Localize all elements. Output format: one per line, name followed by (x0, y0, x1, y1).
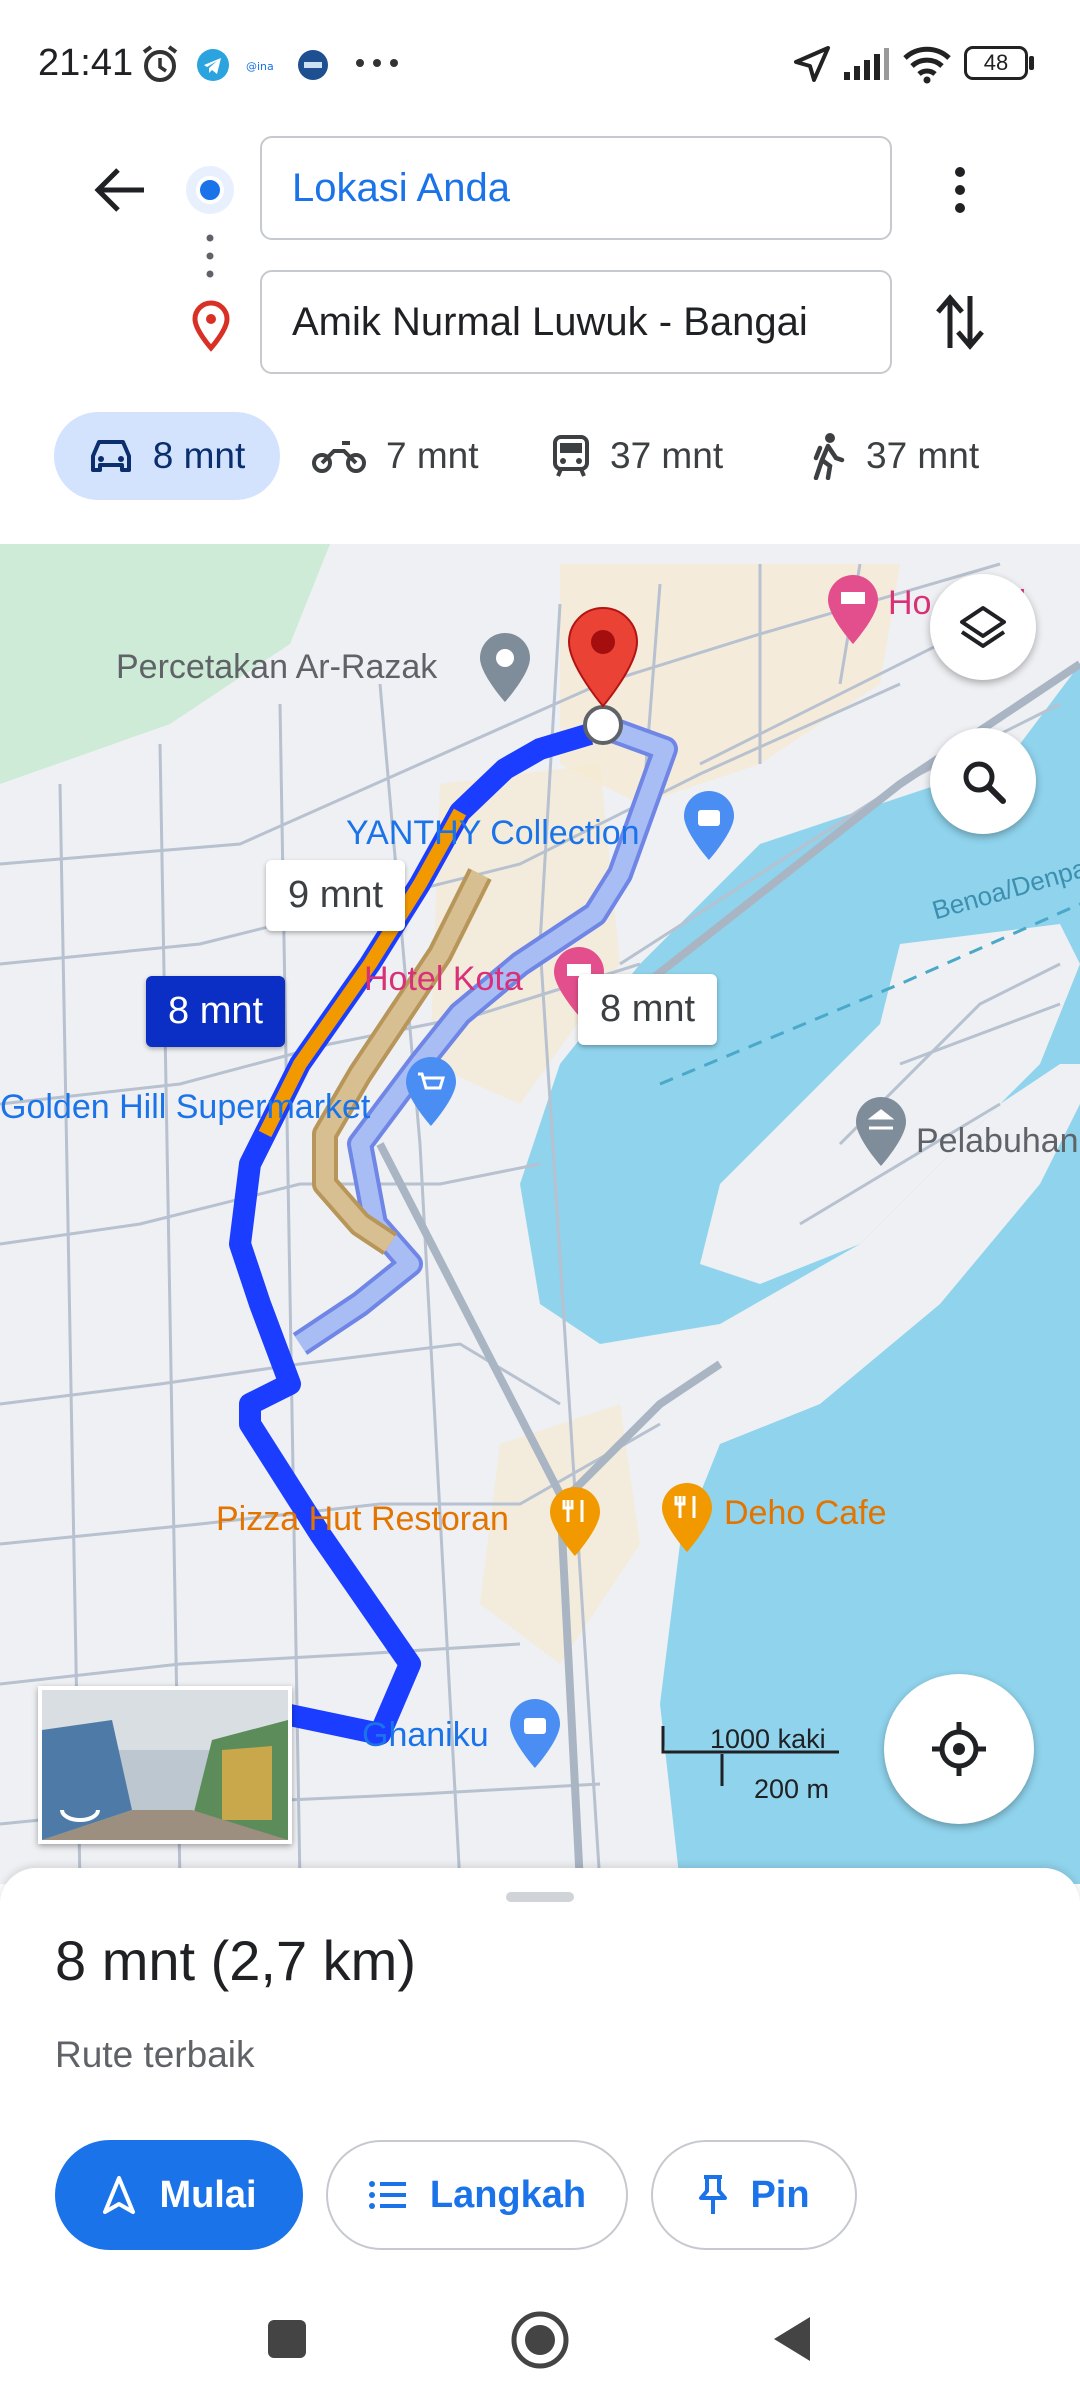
recents-icon[interactable] (266, 2318, 308, 2360)
motorcycle-icon (312, 441, 366, 473)
search-icon (963, 761, 1006, 804)
status-bar: 21:41 @ina 48 (0, 0, 1080, 128)
wifi-icon (903, 46, 951, 84)
pin-button-label: Pin (750, 2173, 810, 2216)
route-summary: 8 mnt (2,7 km) (55, 1929, 416, 1992)
route-chip-selected[interactable]: 8 mnt (146, 976, 286, 1047)
hotel-kota-label[interactable]: Hotel Kota (364, 960, 523, 999)
pin-icon (699, 2175, 728, 2214)
tab-motorcycle[interactable]: 7 mnt (312, 412, 502, 500)
system-nav-bar (0, 2280, 1080, 2400)
signal-icon (844, 48, 889, 80)
app-icon (298, 50, 328, 80)
route-chip-alt-1[interactable]: 9 mnt (266, 860, 406, 931)
my-location-icon (932, 1722, 986, 1776)
route-subtitle: Rute terbaik (55, 2034, 255, 2075)
app-icon: @ina (246, 60, 274, 73)
pin-button[interactable]: Pin (651, 2140, 857, 2250)
battery-icon: 48 (964, 46, 1028, 80)
location-arrow-icon (794, 46, 830, 82)
tab-walk-label: 37 mnt (866, 435, 980, 476)
destination-marker-icon[interactable] (565, 606, 641, 710)
more-dots-icon (356, 59, 398, 67)
tab-transit-label: 37 mnt (610, 435, 724, 476)
transit-icon (553, 435, 589, 477)
route-chip-alt-2[interactable]: 8 mnt (578, 974, 718, 1045)
start-button-label: Mulai (159, 2173, 257, 2216)
layers-button[interactable] (930, 574, 1036, 680)
port-marker-icon[interactable] (852, 1094, 910, 1168)
back-icon[interactable] (770, 2314, 814, 2364)
deho-cafe-label[interactable]: Deho Cafe (724, 1494, 887, 1533)
scale-metric: 200 m (754, 1774, 830, 1804)
cafe-marker-icon[interactable] (658, 1480, 716, 1554)
route-dots-icon (206, 234, 214, 278)
walk-icon (813, 433, 845, 480)
my-location-button[interactable] (884, 1674, 1034, 1824)
tab-drive[interactable]: 8 mnt (54, 412, 280, 500)
swap-icon[interactable] (934, 292, 986, 352)
battery-tip (1029, 56, 1034, 70)
alarm-icon (142, 45, 178, 82)
pizza-hut-label[interactable]: Pizza Hut Restoran (216, 1500, 509, 1539)
search-along-route-button[interactable] (930, 728, 1036, 834)
svg-text:@ina: @ina (246, 60, 274, 73)
hotel-label-start: Ho (888, 584, 932, 622)
street-view-image (42, 1690, 288, 1840)
back-arrow-icon[interactable] (92, 164, 148, 216)
travel-mode-tabs: 8 mnt 7 mnt 37 mnt 37 mnt (0, 400, 1080, 520)
car-icon (90, 440, 131, 472)
grocery-marker-icon[interactable] (402, 1054, 460, 1128)
place-marker-icon[interactable] (476, 630, 534, 704)
tab-drive-label: 8 mnt (152, 435, 246, 476)
origin-dot-icon (186, 166, 234, 214)
navigation-arrow-icon (103, 2176, 136, 2214)
tab-walk[interactable]: 37 mnt (810, 412, 1010, 500)
yanthy-label[interactable]: YANTHY Collection (346, 814, 640, 853)
tab-motorcycle-label: 7 mnt (386, 435, 479, 476)
scale-imperial: 1000 kaki (710, 1724, 826, 1754)
ghaniku-label[interactable]: Ghaniku (362, 1716, 489, 1755)
start-button[interactable]: Mulai (55, 2140, 303, 2250)
steps-button[interactable]: Langkah (326, 2140, 628, 2250)
tab-transit[interactable]: 37 mnt (552, 412, 752, 500)
overflow-menu-icon[interactable] (946, 164, 974, 216)
destination-pin-icon (192, 300, 230, 352)
battery-level: 48 (983, 50, 1009, 75)
route-end-dot (583, 705, 623, 745)
shopping-marker-icon[interactable] (680, 788, 738, 862)
golden-hill-label[interactable]: Golden Hill Supermarket (0, 1088, 370, 1127)
telegram-icon (197, 49, 229, 81)
pelabuhan-label[interactable]: Pelabuhan (916, 1122, 1079, 1161)
hotel-marker-icon[interactable] (824, 572, 882, 646)
sheet-drag-handle[interactable] (506, 1892, 574, 1902)
percetakan-label[interactable]: Percetakan Ar-Razak (116, 648, 437, 687)
destination-input[interactable]: Amik Nurmal Luwuk - Bangai (260, 270, 892, 374)
restaurant-marker-icon[interactable] (546, 1484, 604, 1558)
steps-button-label: Langkah (429, 2173, 587, 2216)
list-icon (368, 2181, 406, 2209)
status-time: 21:41 (38, 42, 134, 84)
home-icon[interactable] (510, 2310, 570, 2370)
layers-icon (960, 606, 1006, 648)
origin-input[interactable]: Lokasi Anda (260, 136, 892, 240)
map-canvas (0, 544, 1080, 1884)
shopping-marker-icon[interactable] (506, 1696, 564, 1770)
map-view[interactable]: Hoand Percetakan Ar-Razak YANTHY Collect… (0, 544, 1080, 1884)
street-view-thumbnail[interactable] (38, 1686, 292, 1844)
